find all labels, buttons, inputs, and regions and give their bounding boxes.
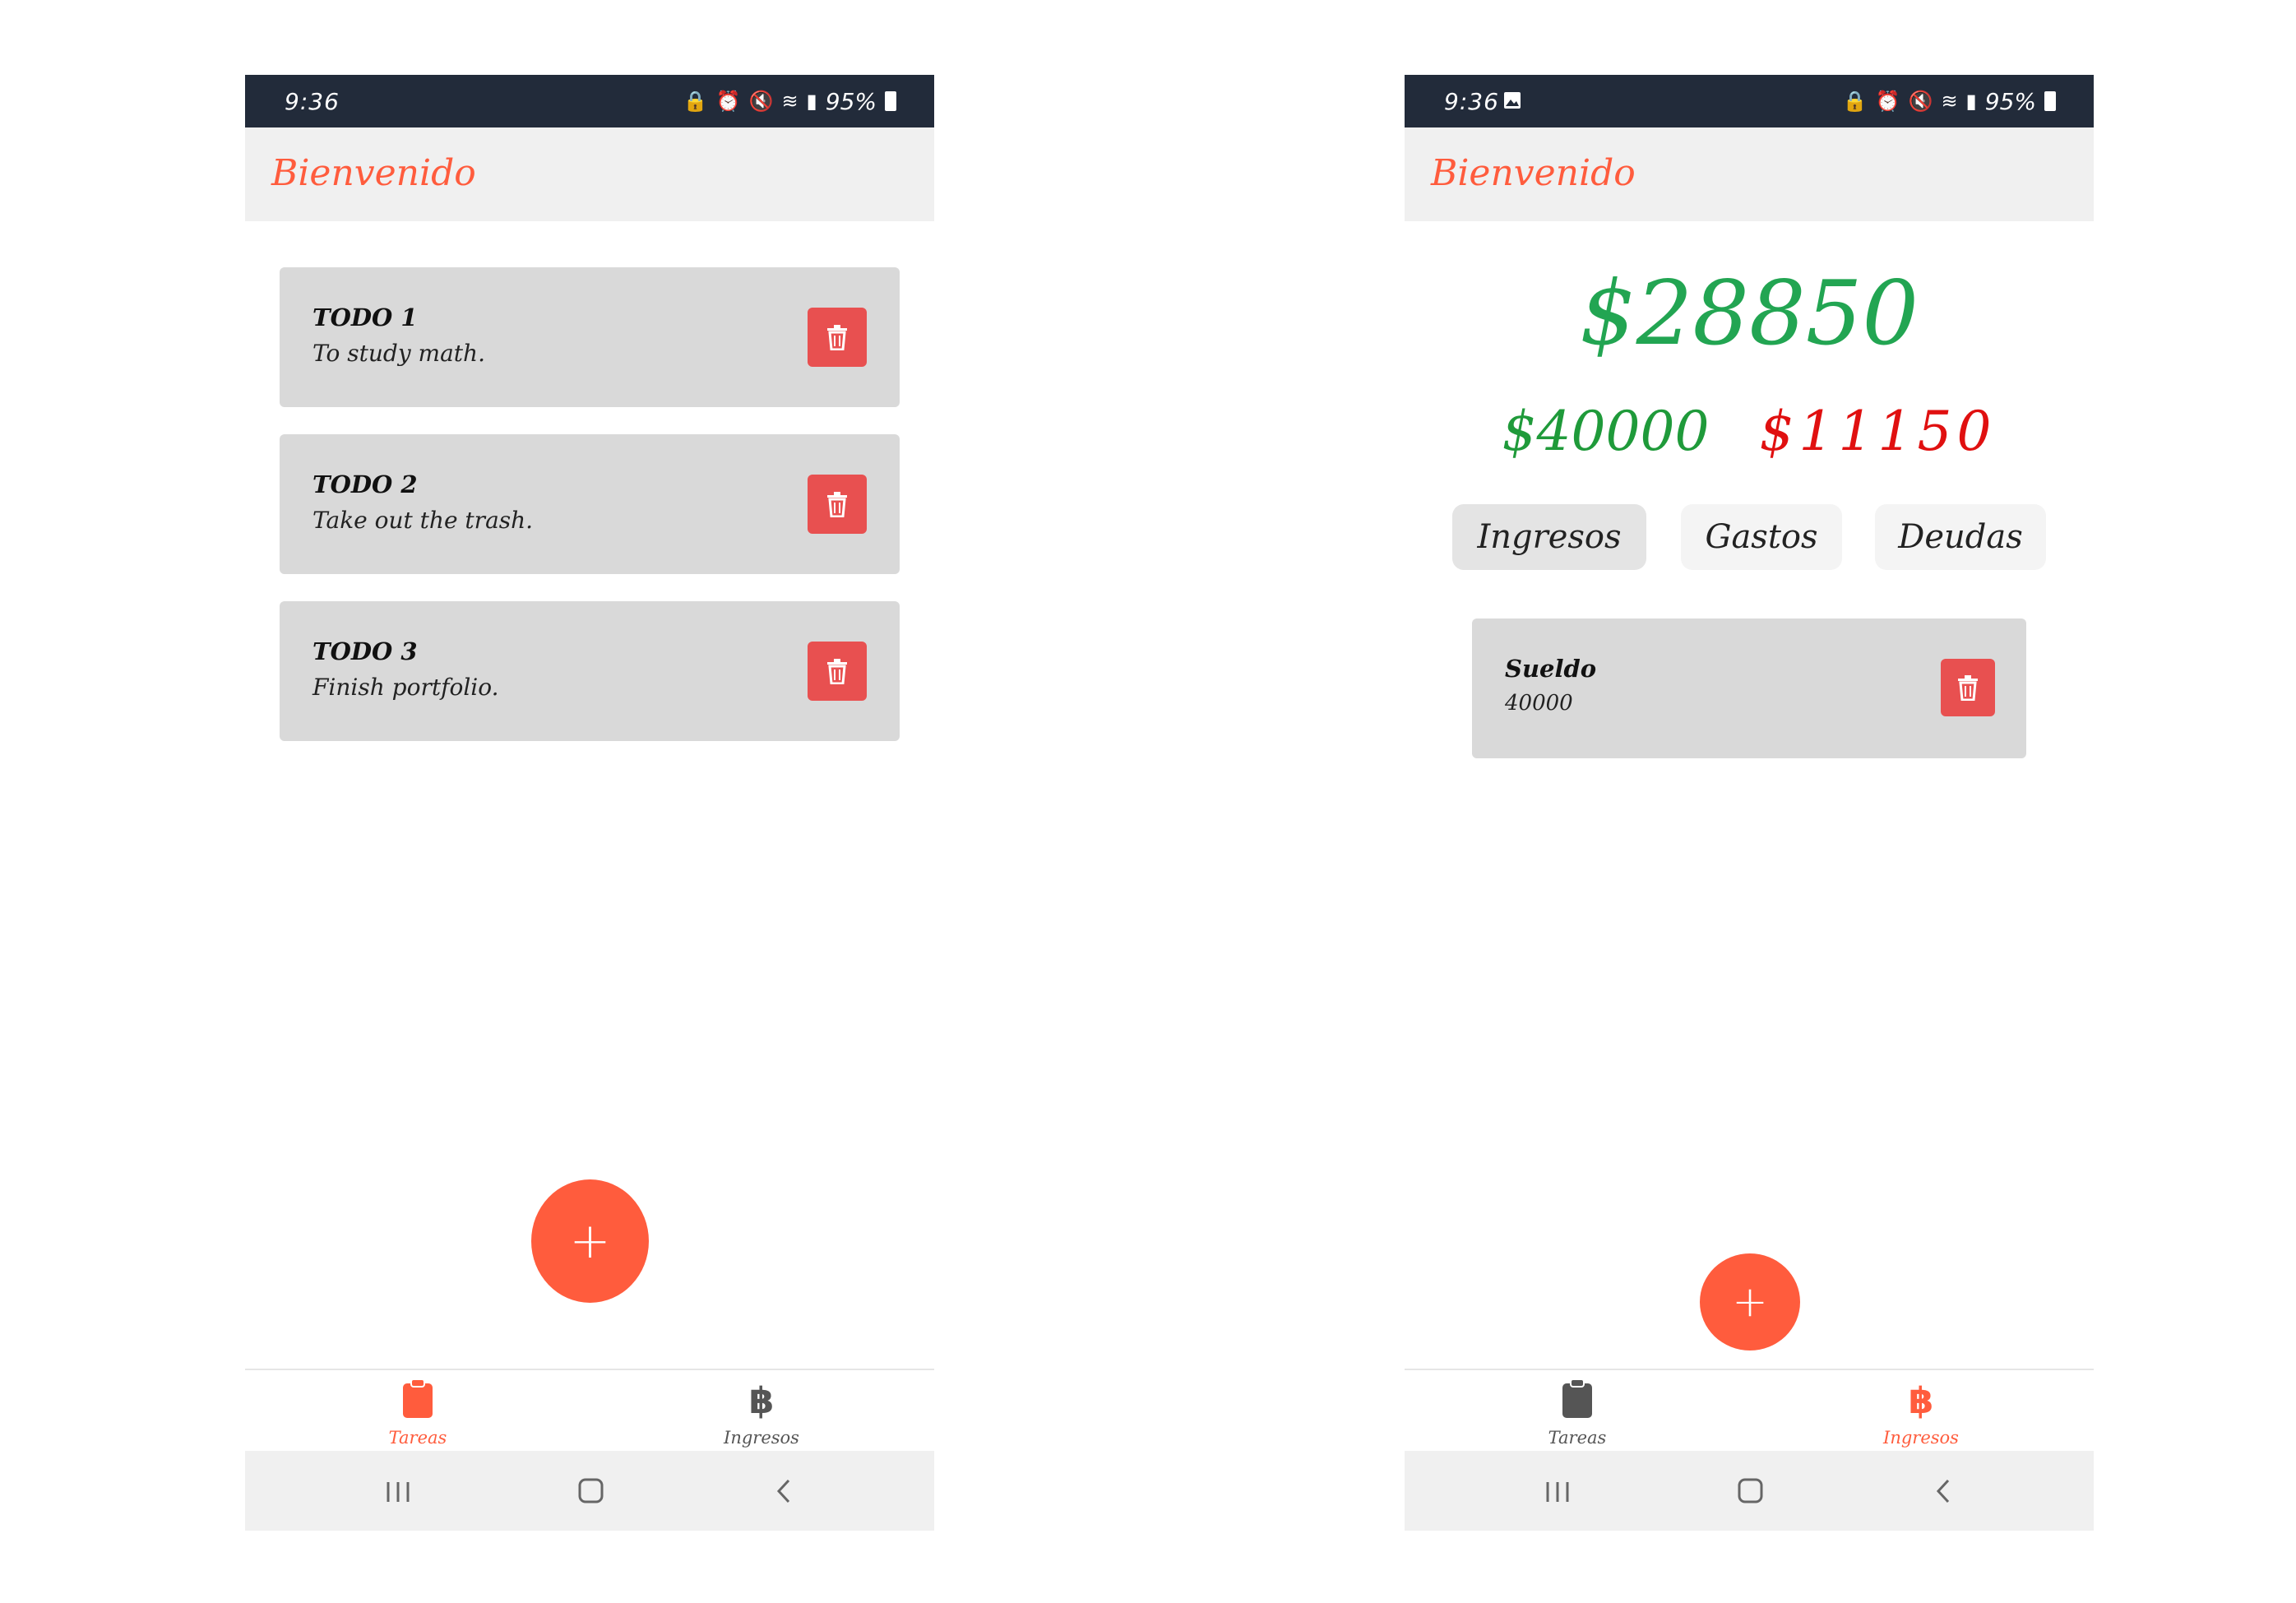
battery-icon: [885, 91, 896, 111]
plus-icon: +: [569, 1212, 611, 1270]
alarm-icon: ⏰: [1875, 90, 1900, 113]
svg-text:฿: ฿: [749, 1380, 775, 1420]
wifi-icon: ≋: [1941, 90, 1958, 113]
todo-card[interactable]: TODO 3 Finish portfolio.: [280, 601, 900, 741]
status-icons: 🔒 ⏰ 🔇 ≋ ▮ 95%: [1843, 85, 2056, 118]
bottom-nav: Tareas ฿ Ingresos: [1405, 1369, 2094, 1452]
todo-title: TODO 1: [312, 303, 418, 331]
income-total: $40000: [1502, 400, 1710, 463]
todo-description: To study math.: [312, 340, 485, 367]
delete-button[interactable]: [808, 308, 867, 367]
system-nav-bar: [245, 1451, 934, 1531]
home-icon[interactable]: [566, 1469, 615, 1513]
income-entry-card[interactable]: Sueldo 40000: [1472, 618, 2026, 758]
mute-icon: 🔇: [1908, 90, 1933, 113]
app-header: Bienvenido: [245, 127, 934, 221]
recent-apps-icon[interactable]: [1533, 1469, 1582, 1513]
back-icon[interactable]: [759, 1469, 808, 1513]
expense-total: $11150: [1759, 400, 1997, 463]
clipboard-icon: [1562, 1378, 1592, 1418]
lock-icon: 🔒: [683, 90, 708, 113]
todo-title: TODO 2: [312, 470, 418, 498]
nav-label: Ingresos: [1883, 1428, 1959, 1448]
delete-button[interactable]: [1941, 659, 1995, 716]
lock-icon: 🔒: [1842, 90, 1868, 113]
todo-card[interactable]: TODO 1 To study math.: [280, 267, 900, 407]
battery-percent: 95%: [825, 87, 877, 115]
app-title: Bienvenido: [1431, 152, 1636, 194]
nav-item-ingresos[interactable]: ฿ Ingresos: [679, 1370, 844, 1452]
tab-ingresos[interactable]: Ingresos: [1452, 504, 1646, 570]
clipboard-icon: [403, 1378, 433, 1418]
home-icon[interactable]: [1725, 1469, 1775, 1513]
status-time: 9:36: [1444, 88, 1499, 115]
entry-title: Sueldo: [1505, 655, 1597, 683]
nav-item-tareas[interactable]: Tareas: [336, 1370, 500, 1452]
battery-icon: [2044, 91, 2056, 111]
add-entry-button[interactable]: +: [1700, 1253, 1800, 1351]
nav-label: Ingresos: [724, 1428, 799, 1448]
todo-title: TODO 3: [312, 637, 418, 665]
balance-total: $28850: [1579, 262, 1919, 365]
balance-summary: $40000 $11150: [1405, 400, 2094, 463]
nav-label: Tareas: [1548, 1428, 1607, 1448]
tab-deudas[interactable]: Deudas: [1875, 504, 2046, 570]
trash-icon: [827, 659, 847, 684]
nav-item-ingresos[interactable]: ฿ Ingresos: [1839, 1370, 2003, 1452]
nav-label: Tareas: [388, 1428, 447, 1448]
todo-card[interactable]: TODO 2 Take out the trash.: [280, 434, 900, 574]
bitcoin-icon: ฿: [1909, 1380, 1934, 1420]
alarm-icon: ⏰: [715, 90, 741, 113]
bitcoin-icon: ฿: [749, 1380, 775, 1420]
image-notification-icon: [1504, 92, 1521, 109]
app-title: Bienvenido: [271, 152, 476, 194]
delete-button[interactable]: [808, 642, 867, 701]
status-icons: 🔒 ⏰ 🔇 ≋ ▮ 95%: [683, 85, 896, 118]
status-bar: 9:36 🔒 ⏰ 🔇 ≋ ▮ 95%: [1405, 75, 2094, 127]
phone-screen-tareas: 9:36 🔒 ⏰ 🔇 ≋ ▮ 95% Bienvenido TODO 1 To …: [245, 75, 934, 1531]
delete-button[interactable]: [808, 475, 867, 534]
tab-gastos[interactable]: Gastos: [1681, 504, 1842, 570]
battery-percent: 95%: [1984, 87, 2036, 115]
signal-icon: ▮: [806, 90, 817, 113]
system-nav-bar: [1405, 1451, 2094, 1531]
back-icon[interactable]: [1919, 1469, 1968, 1513]
status-bar: 9:36 🔒 ⏰ 🔇 ≋ ▮ 95%: [245, 75, 934, 127]
trash-icon: [827, 325, 847, 350]
nav-item-tareas[interactable]: Tareas: [1495, 1370, 1660, 1452]
todo-description: Take out the trash.: [312, 507, 534, 534]
add-todo-button[interactable]: +: [531, 1179, 649, 1303]
bottom-nav: Tareas ฿ Ingresos: [245, 1369, 934, 1452]
svg-text:฿: ฿: [1909, 1380, 1934, 1420]
recent-apps-icon[interactable]: [373, 1469, 423, 1513]
mute-icon: 🔇: [748, 90, 774, 113]
trash-icon: [1958, 675, 1978, 701]
app-header: Bienvenido: [1405, 127, 2094, 221]
plus-icon: +: [1732, 1277, 1768, 1327]
entry-amount: 40000: [1505, 691, 1573, 716]
wifi-icon: ≋: [781, 90, 799, 113]
signal-icon: ▮: [1965, 90, 1977, 113]
todo-description: Finish portfolio.: [312, 674, 499, 701]
trash-icon: [827, 492, 847, 517]
status-time: 9:36: [285, 88, 340, 115]
phone-screen-ingresos: 9:36 🔒 ⏰ 🔇 ≋ ▮ 95% Bienvenido $28850 $40…: [1405, 75, 2094, 1531]
